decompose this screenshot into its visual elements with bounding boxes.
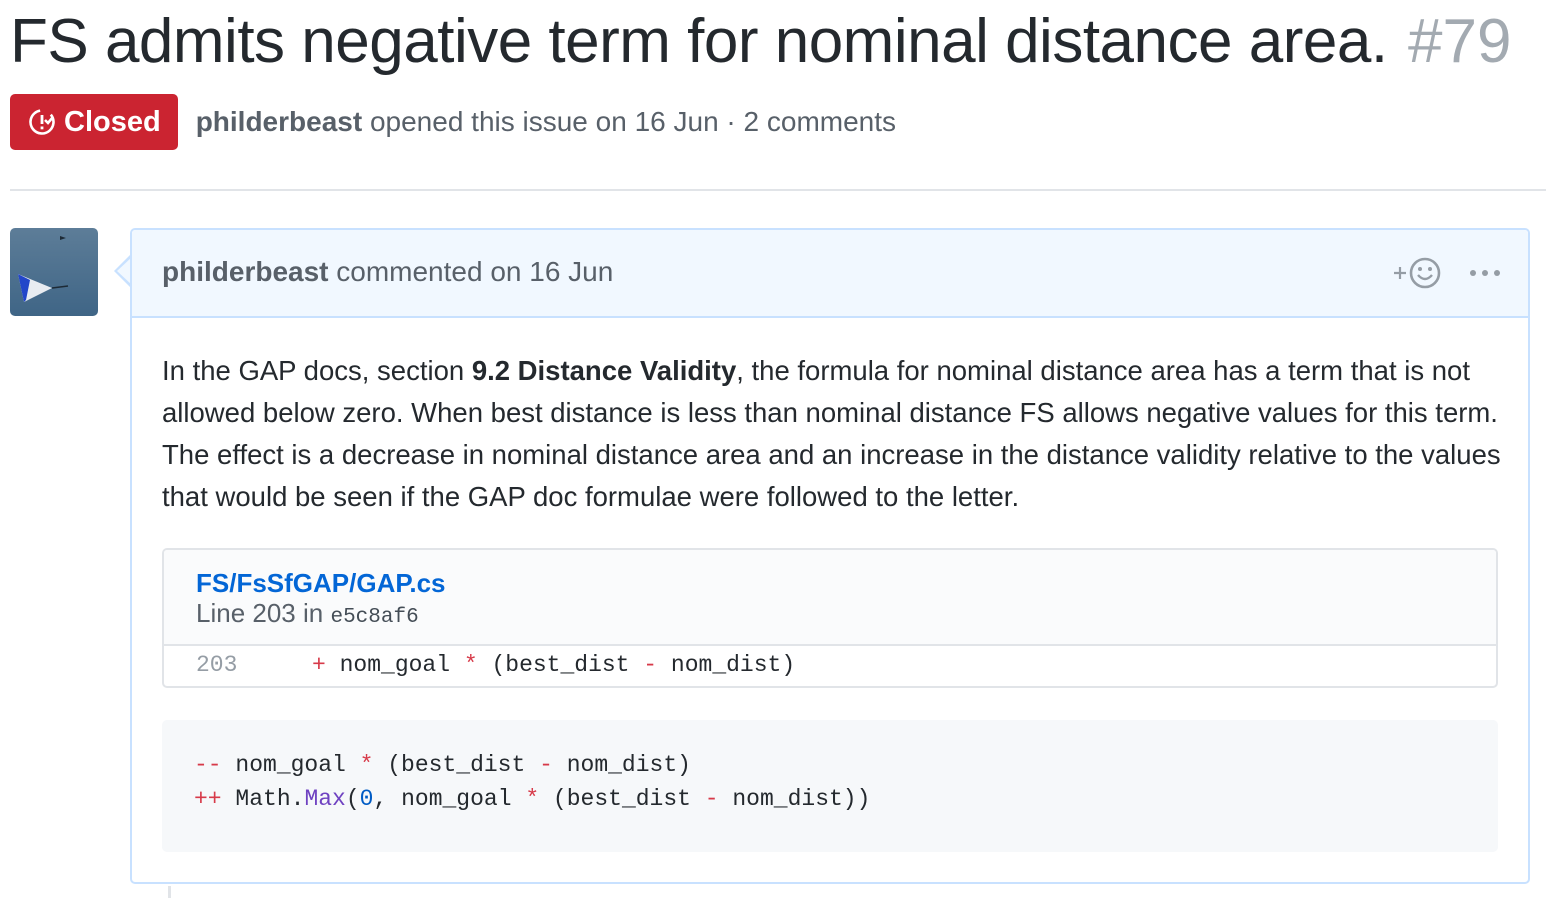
- snippet-line-label: Line 203 in: [196, 598, 324, 628]
- code-token-number: 0: [359, 786, 374, 812]
- comment-header: philderbeast commented on 16 Jun: [132, 230, 1528, 318]
- smiley-add-icon: [1394, 257, 1441, 289]
- diff-added-marker: ++: [194, 786, 222, 812]
- add-reaction-button[interactable]: [1388, 254, 1448, 292]
- code-token-plus: +: [312, 652, 326, 678]
- code-token-a: nom_goal: [325, 652, 464, 678]
- snippet-code-line: + nom_goal * (best_dist - nom_dist): [312, 652, 795, 678]
- issue-meta-text: philderbeast opened this issue on 16 Jun…: [196, 106, 896, 138]
- header-divider: [10, 189, 1546, 191]
- code-token-star: *: [359, 752, 374, 778]
- code-token-function: Max: [304, 786, 346, 812]
- code-token: Math.: [221, 786, 305, 812]
- comment-paragraph: In the GAP docs, section 9.2 Distance Va…: [162, 350, 1502, 518]
- code-block-line-added: ++ Math.Max(0, nom_goal * (best_dist - n…: [194, 786, 870, 812]
- code-token-minus: -: [539, 752, 553, 778]
- snippet-header: FS/FsSfGAP/GAP.cs Line 203 in e5c8af6: [164, 550, 1496, 646]
- diff-removed-marker: --: [194, 752, 222, 778]
- comment-body: In the GAP docs, section 9.2 Distance Va…: [162, 350, 1502, 518]
- code-token: nom_dist)): [718, 786, 871, 812]
- code-token: , nom_goal: [373, 786, 526, 812]
- avatar-image: [10, 228, 98, 316]
- issue-number: #79: [1408, 7, 1512, 76]
- comment-header-text: philderbeast commented on 16 Jun: [162, 256, 613, 288]
- avatar[interactable]: [10, 228, 98, 316]
- timeline-line: [168, 886, 171, 898]
- snippet-line-info: Line 203 in e5c8af6: [196, 598, 419, 629]
- issue-author-link[interactable]: philderbeast: [196, 106, 362, 137]
- code-token-star: *: [463, 652, 478, 678]
- line-number[interactable]: 203: [196, 652, 237, 678]
- status-badge: Closed: [10, 94, 178, 150]
- comment: philderbeast commented on 16 Jun In the …: [130, 228, 1530, 884]
- issue-title: FS admits negative term for nominal dist…: [10, 7, 1388, 76]
- issue-closed-icon: [29, 109, 55, 135]
- kebab-horizontal-icon: [1470, 270, 1500, 276]
- code-token-c: nom_dist): [657, 652, 796, 678]
- code-token: nom_dist): [552, 752, 691, 778]
- status-label: Closed: [64, 105, 161, 138]
- code-token-minus: -: [704, 786, 719, 812]
- code-token: nom_goal: [221, 752, 360, 778]
- code-token-b: (best_dist: [477, 652, 644, 678]
- issue-title-row: FS admits negative term for nominal dist…: [10, 6, 1511, 77]
- comment-text-intro: In the GAP docs, section: [162, 355, 472, 386]
- comment-options-button[interactable]: [1468, 258, 1502, 288]
- comment-timestamp[interactable]: commented on 16 Jun: [336, 256, 613, 287]
- code-block: -- nom_goal * (best_dist - nom_dist) ++ …: [162, 720, 1498, 852]
- code-block-line-removed: -- nom_goal * (best_dist - nom_dist): [194, 752, 691, 778]
- issue-opened-text: opened this issue on 16 Jun · 2 comments: [369, 106, 897, 137]
- code-token: (: [345, 786, 360, 812]
- snippet-code-row: 203 + nom_goal * (best_dist - nom_dist): [164, 646, 1496, 686]
- issue-meta: Closed philderbeast opened this issue on…: [10, 94, 896, 150]
- code-token-star: *: [525, 786, 540, 812]
- snippet-commit-sha[interactable]: e5c8af6: [330, 606, 418, 629]
- code-token-minus: -: [643, 652, 658, 678]
- code-permalink-snippet: FS/FsSfGAP/GAP.cs Line 203 in e5c8af6 20…: [162, 548, 1498, 688]
- code-token: (best_dist: [373, 752, 540, 778]
- snippet-file-link[interactable]: FS/FsSfGAP/GAP.cs: [196, 568, 446, 599]
- comment-text-section: 9.2 Distance Validity: [471, 355, 737, 386]
- comment-author-link[interactable]: philderbeast: [162, 256, 328, 287]
- code-token: (best_dist: [539, 786, 705, 812]
